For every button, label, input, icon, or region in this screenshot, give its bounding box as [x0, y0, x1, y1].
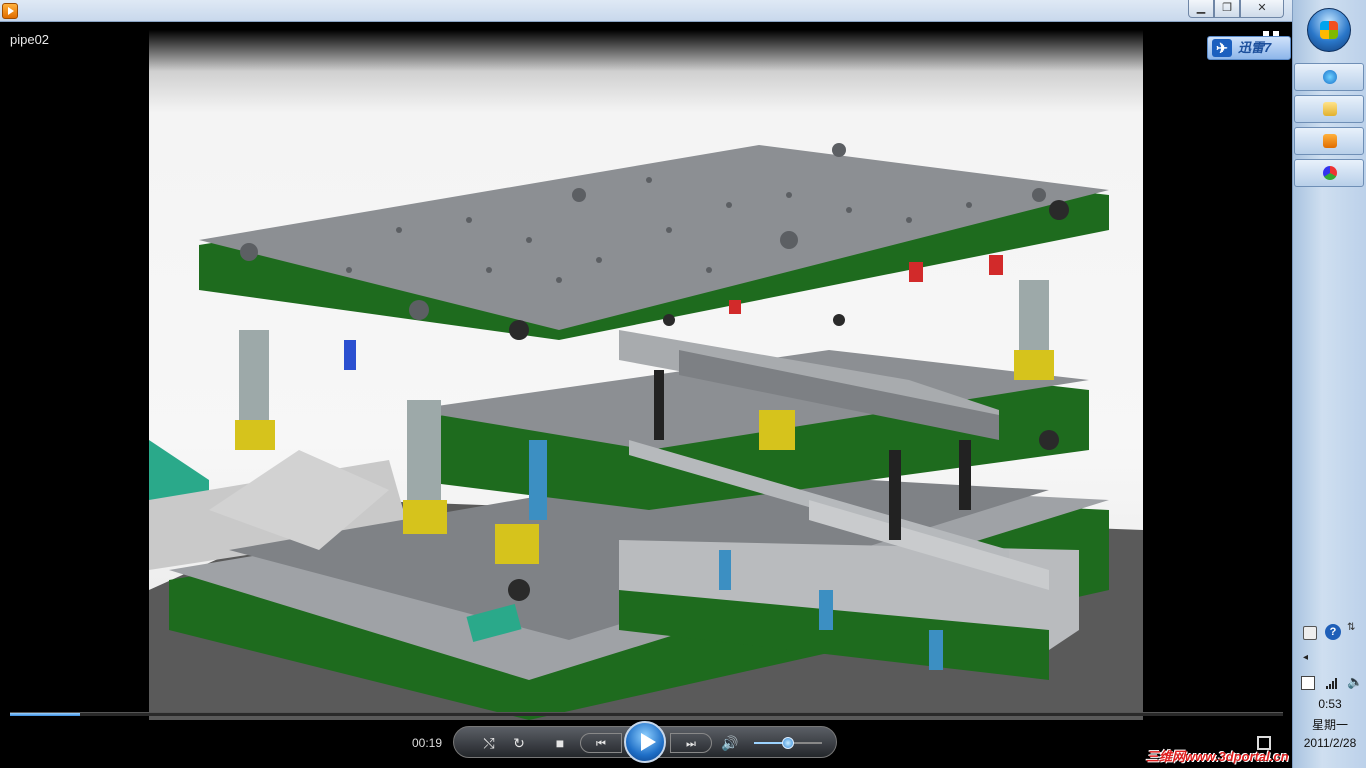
media-player-icon: [1323, 134, 1337, 148]
xunlei-download-badge[interactable]: ✈ 迅雷7: [1207, 36, 1291, 60]
maximize-button[interactable]: ❐: [1214, 0, 1240, 18]
taskbar-media-player[interactable]: [1294, 127, 1364, 155]
internet-explorer-icon: [1323, 70, 1337, 84]
clock-time[interactable]: 0:53: [1293, 697, 1366, 711]
video-title: pipe02: [10, 32, 50, 47]
paint-palette-icon: [1323, 166, 1337, 180]
show-hidden-icons-icon[interactable]: ◂: [1303, 652, 1317, 666]
play-button[interactable]: [624, 721, 666, 763]
clock-day[interactable]: 星期一: [1293, 716, 1366, 733]
clock-date[interactable]: 2011/2/28: [1293, 736, 1366, 750]
repeat-button[interactable]: ↻: [508, 733, 530, 753]
volume-icon[interactable]: 🔈: [1347, 674, 1363, 689]
taskbar: ? ⇅ ◂ 🔈 0:53 星期一 2011/2/28: [1292, 0, 1366, 768]
help-icon[interactable]: ?: [1325, 624, 1341, 640]
taskbar-windows-explorer[interactable]: [1294, 95, 1364, 123]
taskbar-internet-explorer[interactable]: [1294, 63, 1364, 91]
folder-icon: [1323, 102, 1337, 116]
previous-button[interactable]: ⏮: [580, 733, 622, 753]
stop-button[interactable]: ■: [550, 733, 570, 753]
volume-slider-handle[interactable]: [782, 737, 794, 749]
seek-bar[interactable]: [10, 712, 1283, 716]
taskbar-paint[interactable]: [1294, 159, 1364, 187]
close-button[interactable]: ✕: [1240, 0, 1284, 18]
window-title-bar: ▁ ❐ ✕: [0, 0, 1292, 22]
shuffle-button[interactable]: ⤭: [478, 733, 500, 753]
restore-icon[interactable]: ⇅: [1347, 622, 1361, 636]
device-icon[interactable]: [1301, 676, 1315, 690]
elapsed-time: 00:19: [412, 736, 443, 750]
mute-button[interactable]: 🔊: [720, 733, 740, 753]
playback-controls: ⤭ ↻ ■ ⏮ ⏭ 🔊: [453, 721, 837, 763]
start-button[interactable]: [1307, 8, 1351, 52]
next-button[interactable]: ⏭: [670, 733, 712, 753]
network-signal-icon[interactable]: [1325, 676, 1339, 690]
xunlei-logo-icon: ✈: [1212, 39, 1232, 57]
xunlei-label: 迅雷7: [1238, 40, 1272, 55]
keyboard-icon[interactable]: [1303, 626, 1317, 640]
minimize-button[interactable]: ▁: [1188, 0, 1214, 18]
player-app-icon[interactable]: [2, 3, 18, 19]
video-area[interactable]: pipe02 00:19 ⤭ ↻ ■ ⏮ ⏭ 🔊 三维网www.3dportal…: [0, 22, 1292, 768]
site-watermark: 三维网www.3dportal.cn: [1146, 749, 1289, 764]
stamping-die-render: [149, 143, 1143, 720]
seek-progress-fill: [10, 713, 80, 716]
video-frame[interactable]: [149, 30, 1143, 720]
